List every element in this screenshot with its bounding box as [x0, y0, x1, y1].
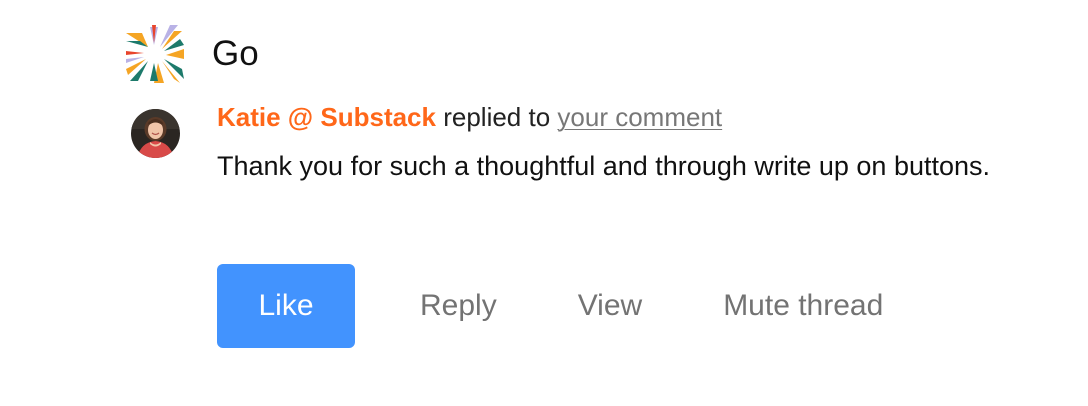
user-avatar-icon[interactable]: [131, 109, 180, 158]
notification-verb: replied to: [443, 102, 551, 132]
publication-name[interactable]: Go: [212, 34, 259, 74]
author-link[interactable]: Katie @ Substack: [217, 102, 436, 132]
your-comment-link[interactable]: your comment: [557, 102, 722, 132]
comment-text: Thank you for such a thoughtful and thro…: [217, 151, 991, 181]
reply-button[interactable]: Reply: [420, 264, 497, 348]
starburst-logo-icon[interactable]: [124, 23, 186, 85]
action-bar: Like Reply View Mute thread: [217, 264, 883, 348]
notification-summary: Katie @ Substack replied to your comment: [217, 100, 722, 134]
notification-card: Go Katie @ Substack replied to your comm…: [0, 0, 1088, 406]
publication-header: Go: [124, 22, 259, 86]
mute-thread-button[interactable]: Mute thread: [723, 264, 883, 348]
like-button[interactable]: Like: [217, 264, 355, 348]
view-button[interactable]: View: [578, 264, 642, 348]
